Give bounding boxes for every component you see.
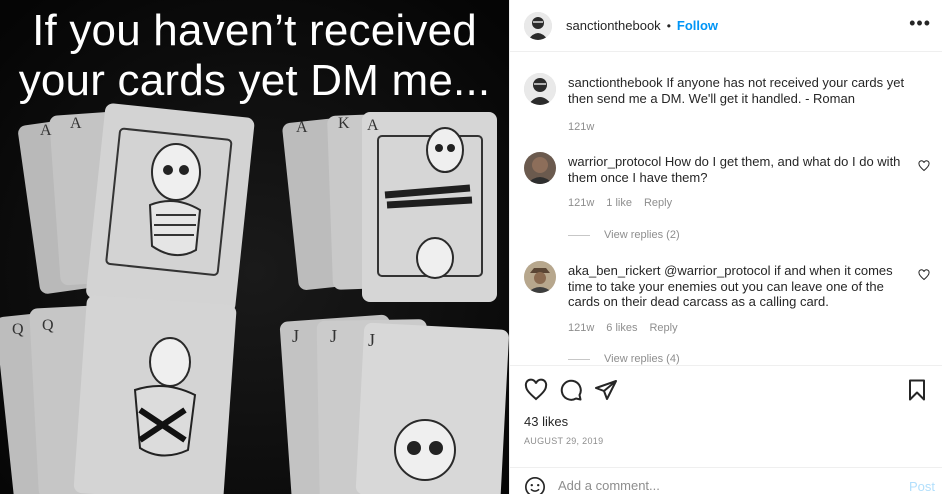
author-username[interactable]: sanctionthebook <box>566 18 661 33</box>
post-comment-button[interactable]: Post <box>909 479 935 494</box>
caption-age[interactable]: 121w <box>568 121 594 133</box>
svg-text:J: J <box>292 326 299 346</box>
bookmark-icon[interactable] <box>905 378 929 402</box>
post-header: sanctionthebook • Follow ••• <box>510 0 942 52</box>
heart-icon[interactable] <box>918 269 930 281</box>
action-bar <box>510 365 942 411</box>
comment-reply-button[interactable]: Reply <box>649 322 677 334</box>
comment-age[interactable]: 121w <box>568 322 594 334</box>
svg-text:Q: Q <box>42 317 54 334</box>
card-fan-bottom-left: Q Q <box>0 295 237 494</box>
comment-reply-button[interactable]: Reply <box>644 197 672 209</box>
comment-icon[interactable] <box>559 378 583 402</box>
header-separator: • <box>666 18 671 33</box>
heart-icon[interactable] <box>524 378 548 402</box>
comment-avatar[interactable] <box>524 152 556 184</box>
card-fan-bottom-right: J J J <box>279 314 509 494</box>
image-overlay-line2: your cards yet DM me... <box>18 56 491 105</box>
view-replies-label[interactable]: View replies (4) <box>604 353 680 365</box>
comments-list[interactable]: sanctionthebook If anyone has not receiv… <box>510 53 942 365</box>
comment-input[interactable] <box>558 478 878 493</box>
follow-button[interactable]: Follow <box>677 18 718 33</box>
post-image[interactable]: A A A K A Q Q J J J If you haven’t recei… <box>0 0 509 494</box>
svg-text:J: J <box>368 330 375 350</box>
card-fan-top-left: A A <box>18 103 255 313</box>
caption-meta: 121w <box>568 121 594 133</box>
caption-avatar[interactable] <box>524 73 556 105</box>
svg-text:A: A <box>40 122 52 139</box>
comment-likes[interactable]: 1 like <box>606 197 632 209</box>
smiley-icon[interactable] <box>524 476 546 494</box>
replies-divider <box>568 358 590 360</box>
view-replies-button[interactable]: View replies (2) <box>568 229 680 241</box>
post-date[interactable]: AUGUST 29, 2019 <box>524 436 603 446</box>
view-replies-button[interactable]: View replies (4) <box>568 353 680 365</box>
view-replies-label[interactable]: View replies (2) <box>604 229 680 241</box>
comment-username[interactable]: aka_ben_rickert <box>568 263 661 278</box>
caption-body: sanctionthebook If anyone has not receiv… <box>568 75 918 106</box>
author-avatar[interactable] <box>524 11 552 40</box>
add-comment-bar: Post <box>510 467 942 494</box>
svg-text:A: A <box>296 119 308 136</box>
svg-text:K: K <box>338 115 350 132</box>
image-overlay-line1: If you haven’t received <box>32 6 477 55</box>
comment-body: aka_ben_rickert @warrior_protocol if and… <box>568 263 918 310</box>
comment-username[interactable]: warrior_protocol <box>568 154 661 169</box>
heart-icon[interactable] <box>918 160 930 172</box>
svg-text:Q: Q <box>12 321 24 338</box>
svg-text:J: J <box>330 326 337 346</box>
comment-avatar[interactable] <box>524 261 556 293</box>
image-overlay-text: If you haven’t received your cards yet D… <box>0 6 509 106</box>
comment-age[interactable]: 121w <box>568 197 594 209</box>
paper-plane-icon[interactable] <box>594 378 618 402</box>
comment-body: warrior_protocol How do I get them, and … <box>568 154 918 185</box>
comment-likes[interactable]: 6 likes <box>606 322 637 334</box>
caption-username[interactable]: sanctionthebook <box>568 75 663 90</box>
svg-text:A: A <box>367 117 379 134</box>
comment-meta: 121w 1 like Reply <box>568 197 672 209</box>
replies-divider <box>568 234 590 236</box>
post-sidebar: sanctionthebook • Follow ••• sanctionthe… <box>509 0 942 494</box>
svg-text:A: A <box>70 115 82 132</box>
card-fan-top-right: A K A <box>282 112 497 302</box>
instagram-post: A A A K A Q Q J J J If you haven’t recei… <box>0 0 942 494</box>
more-dots-icon[interactable]: ••• <box>909 14 931 32</box>
comment-meta: 121w 6 likes Reply <box>568 322 678 334</box>
likes-count[interactable]: 43 likes <box>524 414 568 429</box>
